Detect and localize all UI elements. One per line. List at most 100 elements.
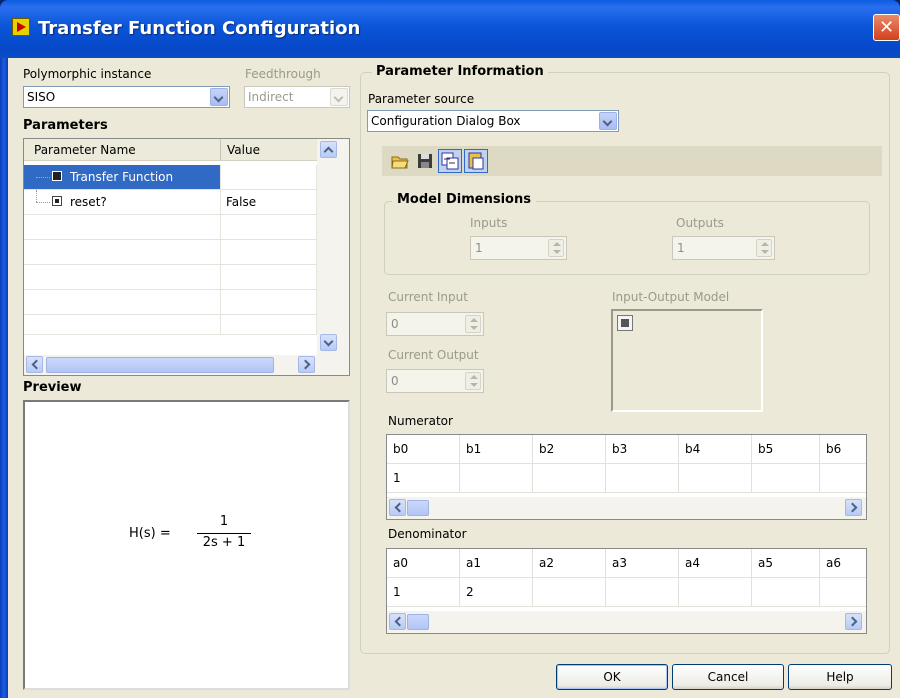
table-cell[interactable]: [460, 464, 533, 493]
chevron-down-icon[interactable]: [599, 112, 617, 130]
equation-lhs: H(s) =: [129, 526, 171, 541]
parameter-name: reset?: [70, 195, 107, 209]
chevron-down-icon: [330, 88, 348, 106]
scroll-right-icon[interactable]: [845, 613, 862, 630]
parameter-source-value: Configuration Dialog Box: [371, 114, 521, 128]
header-a3: a3: [612, 556, 627, 570]
cancel-button[interactable]: Cancel: [672, 664, 784, 690]
header-b0: b0: [393, 442, 409, 456]
parameter-source-select[interactable]: Configuration Dialog Box: [367, 110, 619, 132]
scroll-left-icon[interactable]: [389, 499, 406, 516]
table-cell[interactable]: [820, 578, 866, 607]
parameter-value[interactable]: [221, 165, 317, 190]
numerator-table[interactable]: b0 b1 b2 b3 b4 b5 b6 1: [386, 434, 867, 520]
open-folder-icon[interactable]: [390, 151, 410, 171]
column-header: b2: [533, 435, 606, 464]
current-input-label: Current Input: [388, 290, 468, 304]
column-header: a3: [606, 549, 679, 578]
header-a4: a4: [685, 556, 700, 570]
io-cell-button: [617, 315, 633, 331]
scroll-thumb[interactable]: [407, 614, 429, 630]
equation-numerator: 1: [219, 514, 229, 529]
parameter-value[interactable]: False: [221, 190, 317, 215]
parameters-table[interactable]: Parameter Name Value Transfer Function r…: [23, 138, 350, 376]
table-cell[interactable]: [533, 464, 606, 493]
feedthrough-value: Indirect: [248, 90, 294, 104]
paste-io-icon[interactable]: [464, 149, 488, 173]
table-row[interactable]: [24, 290, 221, 315]
table-cell[interactable]: [606, 578, 679, 607]
window-title: Transfer Function Configuration: [38, 18, 361, 39]
table-cell[interactable]: 1: [387, 464, 460, 493]
table-cell[interactable]: [221, 290, 317, 315]
current-input-value: 0: [391, 317, 399, 331]
horizontal-scrollbar[interactable]: [387, 497, 866, 519]
model-dimensions-group: [384, 201, 870, 275]
cell-value: 2: [466, 585, 474, 599]
scroll-thumb[interactable]: [407, 500, 429, 516]
header-b2: b2: [539, 442, 555, 456]
table-cell[interactable]: 2: [460, 578, 533, 607]
header-a2: a2: [539, 556, 554, 570]
table-row[interactable]: [24, 240, 221, 265]
table-cell[interactable]: [752, 464, 820, 493]
parameter-value-text: False: [226, 195, 257, 209]
io-model-label: Input-Output Model: [612, 290, 730, 304]
inputs-value: 1: [475, 241, 483, 255]
stepper-arrows-icon: [548, 239, 564, 257]
column-header-name[interactable]: Parameter Name: [24, 139, 221, 161]
scroll-right-icon[interactable]: [298, 356, 315, 373]
table-row[interactable]: [24, 265, 221, 290]
stepper-arrows-icon: [465, 315, 481, 333]
header-b3: b3: [612, 442, 628, 456]
model-dimensions-title: Model Dimensions: [392, 192, 536, 207]
table-row-reset[interactable]: reset?: [24, 190, 221, 215]
feedthrough-label: Feedthrough: [245, 67, 321, 81]
table-row[interactable]: [24, 215, 221, 240]
header-b4: b4: [685, 442, 701, 456]
scroll-thumb[interactable]: [46, 357, 274, 373]
outputs-stepper: 1: [672, 236, 775, 260]
scroll-right-icon[interactable]: [845, 499, 862, 516]
close-button[interactable]: ✕: [873, 14, 900, 41]
table-row[interactable]: [24, 315, 221, 335]
horizontal-scrollbar[interactable]: [24, 355, 349, 375]
table-cell[interactable]: [221, 265, 317, 290]
table-cell[interactable]: [679, 464, 752, 493]
scroll-left-icon[interactable]: [26, 356, 43, 373]
table-cell[interactable]: [679, 578, 752, 607]
vertical-scrollbar[interactable]: [317, 139, 349, 355]
feedthrough-select: Indirect: [244, 86, 350, 108]
table-cell[interactable]: [752, 578, 820, 607]
ok-button[interactable]: OK: [556, 664, 668, 690]
column-header: b3: [606, 435, 679, 464]
title-bar[interactable]: Transfer Function Configuration ✕: [0, 0, 900, 58]
toolbar: [382, 146, 882, 176]
help-button[interactable]: Help: [788, 664, 892, 690]
scroll-down-icon[interactable]: [320, 334, 337, 351]
polymorphic-instance-select[interactable]: SISO: [23, 86, 230, 108]
table-cell[interactable]: [221, 315, 317, 335]
table-cell[interactable]: [820, 464, 866, 493]
chevron-down-icon[interactable]: [210, 88, 228, 106]
dialog-client-area: Polymorphic instance SISO Feedthrough In…: [8, 58, 900, 698]
column-header: a0: [387, 549, 460, 578]
copy-to-io-icon[interactable]: [438, 149, 462, 173]
denominator-table[interactable]: a0 a1 a2 a3 a4 a5 a6 1 2: [386, 548, 867, 634]
outputs-label: Outputs: [676, 216, 724, 230]
table-row-transfer-function[interactable]: Transfer Function: [24, 165, 221, 190]
table-cell[interactable]: [221, 240, 317, 265]
column-header: b4: [679, 435, 752, 464]
header-a1: a1: [466, 556, 481, 570]
table-cell[interactable]: [221, 215, 317, 240]
column-header-value[interactable]: Value: [221, 139, 317, 161]
column-header-value-label: Value: [227, 143, 260, 157]
scroll-up-icon[interactable]: [320, 141, 337, 158]
scroll-left-icon[interactable]: [389, 613, 406, 630]
horizontal-scrollbar[interactable]: [387, 611, 866, 633]
save-icon[interactable]: [415, 151, 435, 171]
table-cell[interactable]: 1: [387, 578, 460, 607]
current-input-stepper: 0: [386, 312, 484, 336]
table-cell[interactable]: [606, 464, 679, 493]
table-cell[interactable]: [533, 578, 606, 607]
